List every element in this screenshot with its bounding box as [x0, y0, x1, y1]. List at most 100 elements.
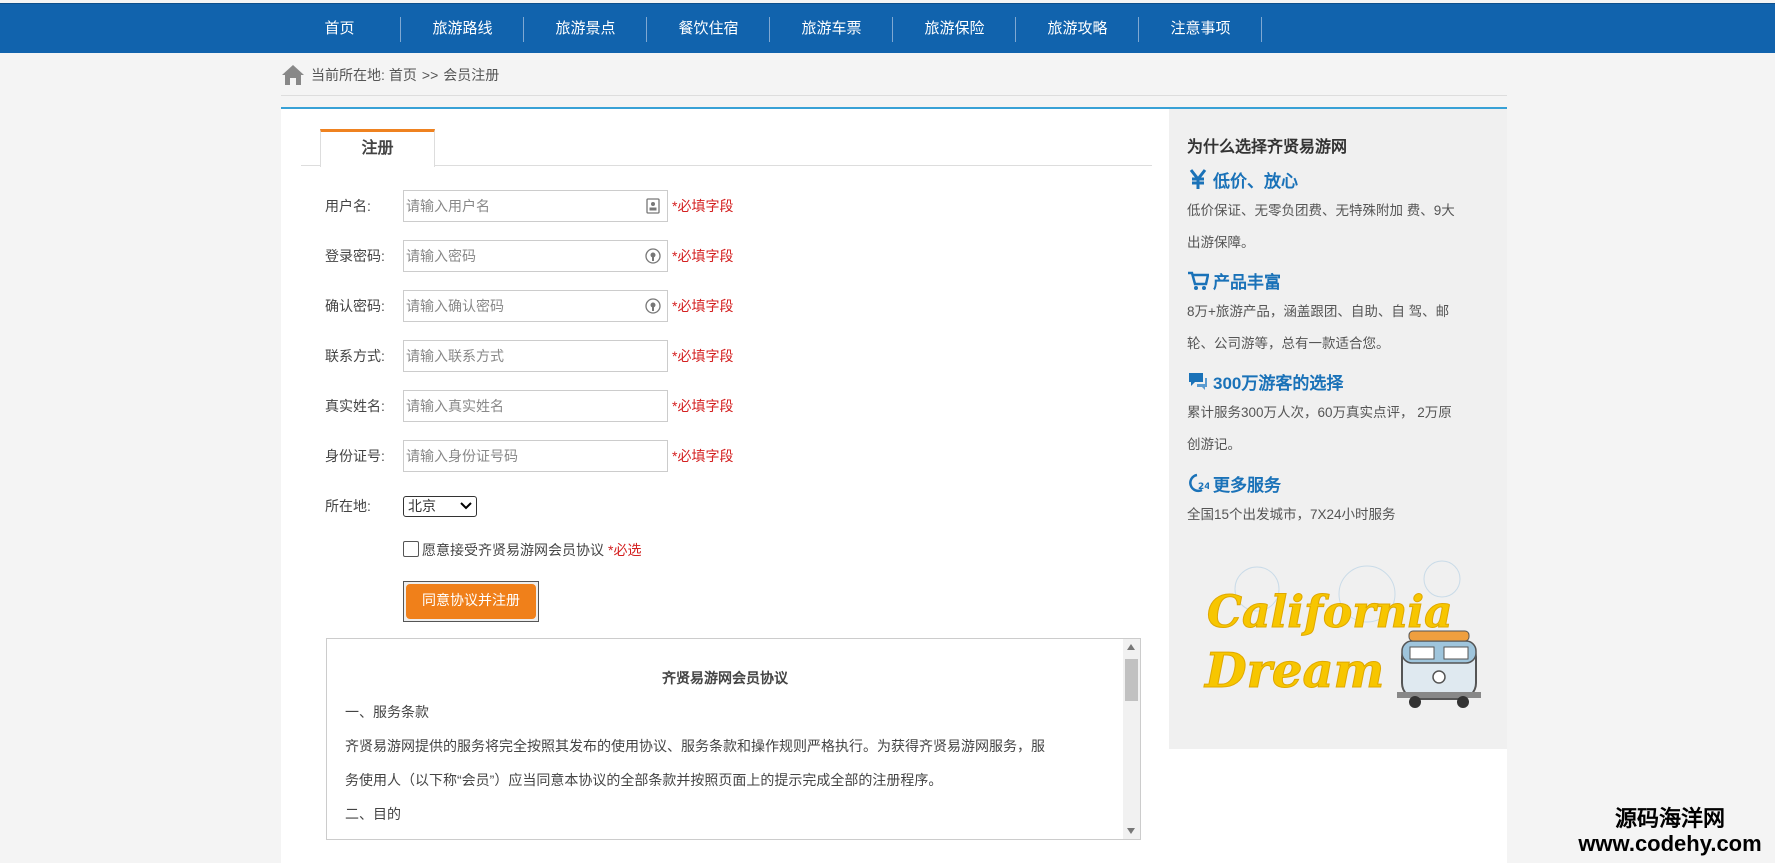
- agreement-row: 愿意接受齐贤易游网会员协议 *必选: [403, 540, 641, 560]
- password-label: 登录密码:: [325, 248, 385, 264]
- scroll-thumb[interactable]: [1125, 659, 1138, 701]
- terms-title: 齐贤易游网会员协议: [662, 670, 788, 686]
- chat-icon: [1189, 373, 1207, 390]
- contact-field-box: [403, 340, 668, 372]
- id-number-row: 身份证号: *必填字段: [325, 440, 733, 472]
- terms-content: 齐贤易游网会员协议 一、服务条款 齐贤易游网提供的服务将完全按照其发布的使用协议…: [345, 661, 1105, 831]
- sidebar-heading: 300万游客的选择: [1213, 373, 1344, 393]
- sidebar-bottom-filler: [1169, 749, 1507, 863]
- yen-icon: [1189, 169, 1207, 189]
- city-select-value: 北京: [408, 498, 436, 514]
- contact-input[interactable]: [404, 341, 667, 371]
- breadcrumb-separator: >>: [421, 67, 439, 83]
- real-name-label: 真实姓名:: [325, 398, 385, 414]
- nav-routes[interactable]: 旅游路线: [401, 4, 524, 54]
- breadcrumb-prefix: 当前所在地:: [311, 67, 385, 83]
- city-row: 所在地: 北京: [325, 490, 477, 522]
- sidebar-title: 为什么选择齐贤易游网: [1187, 139, 1348, 156]
- real-name-field-box: [403, 390, 668, 422]
- id-number-field-box: [403, 440, 668, 472]
- why-choose-sidebar: 为什么选择齐贤易游网 低价、放心 低价保证、无零负团费、无特殊附加 费、9大 出…: [1169, 107, 1507, 749]
- breadcrumb-divider: [281, 95, 1507, 96]
- chevron-down-icon: [460, 502, 472, 510]
- nav-home[interactable]: 首页: [278, 4, 401, 54]
- breadcrumb: 当前所在地: 首页 >> 会员注册: [280, 58, 499, 92]
- sidebar-heading: 低价、放心: [1213, 171, 1298, 191]
- watermark: 源码海洋网 www.codehy.com: [1570, 806, 1770, 856]
- confirm-password-field-box: [403, 290, 668, 322]
- sidebar-section-products: 产品丰富 8万+旅游产品，涵盖跟团、自助、自 驾、邮 轮、公司游等，总有一款适合…: [1187, 266, 1487, 360]
- nav-attractions[interactable]: 旅游景点: [524, 4, 647, 54]
- nav-insurance[interactable]: 旅游保险: [893, 4, 1016, 54]
- username-required: *必填字段: [672, 198, 734, 214]
- username-row: 用户名: *必填字段: [325, 190, 733, 222]
- terms-scrollbar[interactable]: [1123, 639, 1140, 839]
- nav-dining-lodging[interactable]: 餐饮住宿: [647, 4, 770, 54]
- confirm-password-label: 确认密码:: [325, 298, 385, 314]
- clock-24-icon: 24: [1189, 473, 1209, 493]
- real-name-input[interactable]: [404, 391, 667, 421]
- scroll-up-icon[interactable]: [1127, 644, 1135, 650]
- cart-icon: [1188, 271, 1209, 290]
- terms-line: 齐贤易游网提供的服务将完全按照其发布的使用协议、服务条款和操作规则严格执行。为获…: [345, 738, 1045, 754]
- sidebar-text: 出游保障。: [1187, 235, 1255, 250]
- nav-guides[interactable]: 旅游攻略: [1016, 4, 1139, 54]
- agree-and-register-button[interactable]: 同意协议并注册: [406, 584, 536, 619]
- lock-icon: [645, 248, 661, 264]
- sidebar-text: 累计服务300万人次，60万真实点评， 2万原: [1187, 405, 1452, 420]
- svg-text:24: 24: [1198, 482, 1209, 492]
- sidebar-section-customers: 300万游客的选择 累计服务300万人次，60万真实点评， 2万原 创游记。: [1187, 367, 1487, 461]
- confirm-password-required: *必填字段: [672, 298, 734, 314]
- agree-checkbox[interactable]: [403, 541, 419, 557]
- password-input[interactable]: [404, 241, 667, 271]
- username-label: 用户名:: [325, 198, 371, 214]
- username-input[interactable]: [404, 191, 667, 221]
- city-label: 所在地:: [325, 498, 371, 514]
- lock-icon: [645, 298, 661, 314]
- breadcrumb-home-link[interactable]: 首页: [389, 58, 417, 92]
- watermark-line-2: www.codehy.com: [1578, 831, 1762, 856]
- terms-line: 务使用人（以下称“会员”）应当同意本协议的全部条款并按照页面上的提示完成全部的注…: [345, 772, 943, 788]
- confirm-password-input[interactable]: [404, 291, 667, 321]
- home-icon: [282, 65, 304, 85]
- password-row: 登录密码: *必填字段: [325, 240, 733, 272]
- banner-word-1: California: [1207, 587, 1453, 638]
- agree-required: *必选: [608, 542, 642, 558]
- id-number-required: *必填字段: [672, 448, 734, 464]
- sidebar-text: 轮、公司游等，总有一款适合您。: [1187, 336, 1390, 351]
- sidebar-heading: 更多服务: [1213, 475, 1281, 495]
- watermark-line-1: 源码海洋网: [1614, 806, 1725, 831]
- nav-notices[interactable]: 注意事项: [1139, 4, 1262, 54]
- sidebar-text: 低价保证、无零负团费、无特殊附加 费、9大: [1187, 203, 1455, 218]
- agree-label: 愿意接受齐贤易游网会员协议: [422, 542, 604, 558]
- tab-register[interactable]: 注册: [320, 129, 435, 167]
- nav-tickets[interactable]: 旅游车票: [770, 4, 893, 54]
- confirm-password-row: 确认密码: *必填字段: [325, 290, 733, 322]
- real-name-row: 真实姓名: *必填字段: [325, 390, 733, 422]
- van-illustration: [1397, 630, 1481, 708]
- scroll-down-icon[interactable]: [1127, 828, 1135, 834]
- sidebar-section-low-price: 低价、放心 低价保证、无零负团费、无特殊附加 费、9大 出游保障。: [1187, 165, 1487, 259]
- contact-label: 联系方式:: [325, 348, 385, 364]
- contact-row: 联系方式: *必填字段: [325, 340, 733, 372]
- submit-button-frame: 同意协议并注册: [403, 581, 539, 622]
- id-card-icon: [646, 198, 660, 214]
- sidebar-text: 8万+旅游产品，涵盖跟团、自助、自 驾、邮: [1187, 304, 1450, 319]
- id-number-label: 身份证号:: [325, 448, 385, 464]
- breadcrumb-current: 会员注册: [443, 67, 500, 83]
- password-field-box: [403, 240, 668, 272]
- sidebar-text: 全国15个出发城市，7X24小时服务: [1187, 507, 1396, 522]
- sidebar-section-services: 24 更多服务 全国15个出发城市，7X24小时服务: [1187, 469, 1487, 531]
- city-select[interactable]: 北京: [403, 495, 477, 517]
- contact-required: *必填字段: [672, 348, 734, 364]
- password-required: *必填字段: [672, 248, 734, 264]
- registration-panel: 注册 用户名: *必填字段 登录密码: *必填字段 确认密码:: [281, 107, 1169, 863]
- id-number-input[interactable]: [404, 441, 667, 471]
- tab-bar: 注册: [301, 129, 1152, 167]
- username-field-box: [403, 190, 668, 222]
- terms-line: 一、服务条款: [345, 704, 429, 720]
- sidebar-text: 创游记。: [1187, 437, 1241, 452]
- terms-line: 二、目的: [345, 806, 401, 822]
- banner-word-2: Dream: [1203, 643, 1384, 699]
- real-name-required: *必填字段: [672, 398, 734, 414]
